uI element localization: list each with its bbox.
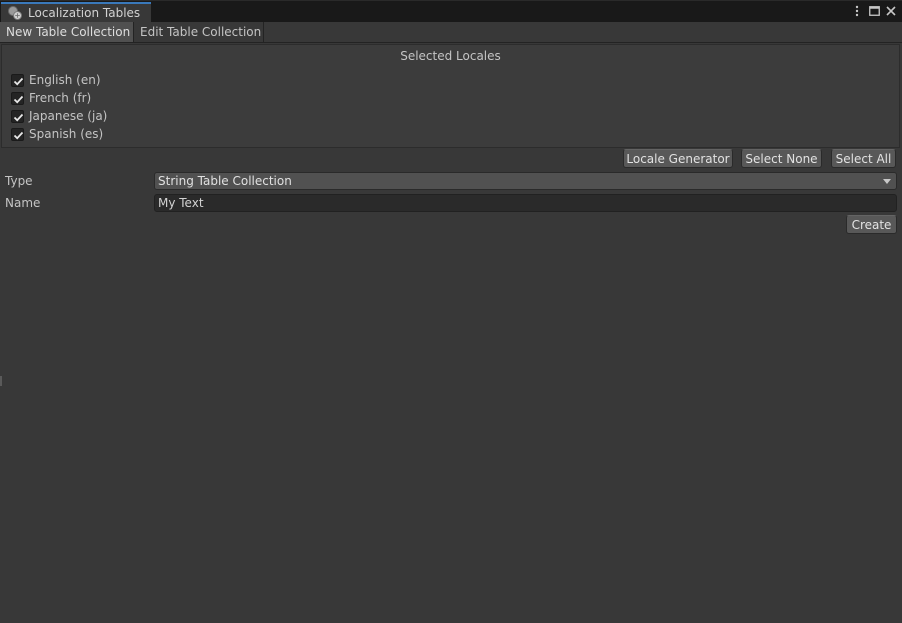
window-title: Localization Tables: [28, 6, 141, 20]
toolbar: New Table Collection Edit Table Collecti…: [0, 22, 902, 43]
english-checkbox[interactable]: [11, 73, 24, 87]
selected-locales-panel: Selected Locales English (en) French (fr…: [1, 44, 900, 148]
name-label: Name: [5, 196, 41, 210]
locale-label: Spanish (es): [29, 127, 104, 141]
checkmark-icon: [13, 77, 24, 85]
locale-label: French (fr): [29, 91, 92, 105]
create-button[interactable]: Create: [846, 215, 897, 234]
spanish-checkbox[interactable]: [11, 127, 24, 141]
maximize-icon[interactable]: [867, 3, 881, 19]
locale-item-spanish[interactable]: Spanish (es): [11, 126, 103, 142]
locale-item-japanese[interactable]: Japanese (ja): [11, 108, 107, 124]
titlebar-divider: [0, 0, 902, 1]
type-label: Type: [5, 174, 33, 188]
japanese-checkbox[interactable]: [11, 109, 24, 123]
french-checkbox[interactable]: [11, 91, 24, 105]
locale-item-french[interactable]: French (fr): [11, 90, 91, 106]
locale-label: Japanese (ja): [29, 109, 108, 123]
locale-label: English (en): [29, 73, 101, 87]
name-input[interactable]: [154, 194, 897, 212]
checkmark-icon: [13, 95, 24, 103]
tab-new-table-collection[interactable]: New Table Collection: [0, 22, 134, 42]
locale-item-english[interactable]: English (en): [11, 72, 101, 88]
localization-icon: [7, 5, 23, 21]
window-titlebar: Localization Tables: [0, 0, 902, 22]
close-icon[interactable]: [884, 3, 898, 19]
checkmark-icon: [13, 131, 24, 139]
tab-edit-table-collection[interactable]: Edit Table Collection: [134, 22, 264, 42]
type-dropdown-value: String Table Collection: [158, 174, 292, 188]
window-tab[interactable]: Localization Tables: [1, 2, 151, 22]
select-none-button[interactable]: Select None: [741, 149, 822, 168]
more-options-icon[interactable]: [851, 3, 863, 19]
selected-locales-heading: Selected Locales: [400, 49, 501, 63]
type-dropdown[interactable]: String Table Collection: [154, 172, 897, 190]
checkmark-icon: [13, 113, 24, 121]
select-all-button[interactable]: Select All: [831, 149, 896, 168]
dropdown-arrow-icon: [883, 179, 891, 184]
locale-generator-button[interactable]: Locale Generator: [623, 149, 733, 168]
resize-edge[interactable]: [0, 376, 2, 386]
